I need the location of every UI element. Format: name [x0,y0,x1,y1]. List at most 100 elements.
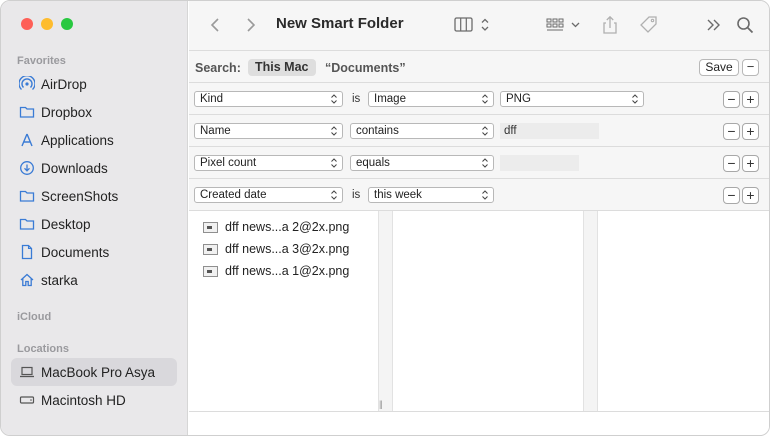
sidebar-section-favorites: Favorites [17,55,66,67]
chevron-updown-icon [632,94,638,104]
attribute-popup[interactable]: Kind [194,91,343,107]
chevron-right-icon [247,18,256,32]
save-button[interactable]: Save [699,59,739,76]
add-criteria-button[interactable]: + [742,123,759,140]
column-resize-handle[interactable] [378,211,392,411]
popup-label: this week [374,189,422,201]
image-file-icon [203,243,218,255]
list-item[interactable]: dff news...a 2@2x.png [203,217,349,237]
chevron-left-icon [210,18,219,32]
folder-icon [19,216,35,232]
window-title: New Smart Folder [276,15,404,32]
sidebar-item-label: MacBook Pro Asya [41,364,156,380]
minimize-window-button[interactable] [41,18,53,30]
columns-view-icon [454,17,489,32]
operator-popup[interactable]: Image [368,91,494,107]
view-mode-button[interactable] [453,13,493,37]
search-label: Search: [195,61,241,75]
operator-popup[interactable]: equals [350,155,494,171]
disk-icon [19,392,35,408]
scope-documents[interactable]: “Documents” [325,61,406,75]
sidebar-item-label: starka [41,272,78,288]
group-by-button[interactable] [545,13,583,37]
sidebar-item-airdrop[interactable]: AirDrop [11,70,177,98]
sidebar-item-label: Desktop [41,216,91,232]
document-icon [19,244,35,260]
folder-icon [19,188,35,204]
sidebar-item-label: ScreenShots [41,188,119,204]
popup-label: Pixel count [200,157,257,169]
sidebar-item-label: Downloads [41,160,108,176]
status-bar [189,411,769,435]
sidebar-item-label: Applications [41,132,114,148]
search-icon [737,17,754,34]
back-button[interactable] [207,13,223,37]
chevron-updown-icon [482,126,488,136]
popup-label: PNG [506,93,531,105]
criteria-row-created-date: Created date is this week − + [189,179,769,211]
chevron-double-right-icon [707,19,720,31]
remove-criteria-button[interactable]: − [723,187,740,204]
remove-criteria-button[interactable]: − [723,155,740,172]
column-resize-handle[interactable] [583,211,597,411]
sidebar-item-label: Dropbox [41,104,93,120]
remove-criteria-button[interactable]: − [723,123,740,140]
popup-label: Image [374,93,406,105]
list-item[interactable]: dff news...a 1@2x.png [203,261,349,281]
downloads-icon [19,160,35,176]
name-value-field[interactable]: dff [500,123,599,139]
add-criteria-button[interactable]: + [742,91,759,108]
sidebar-item-desktop[interactable]: Desktop [11,210,177,238]
sidebar-item-documents[interactable]: Documents [11,238,177,266]
sidebar-item-starka[interactable]: starka [11,266,177,294]
chevron-updown-icon [331,126,337,136]
grid-icon [546,18,580,31]
remove-search-button[interactable]: − [742,59,759,76]
connector-label: is [352,189,361,201]
sidebar-item-macintosh-hd[interactable]: Macintosh HD [11,386,177,414]
chevron-updown-icon [482,94,488,104]
list-item[interactable]: dff news...a 3@2x.png [203,239,349,259]
chevron-updown-icon [331,94,337,104]
popup-label: Kind [200,93,224,105]
forward-button[interactable] [243,13,259,37]
add-criteria-button[interactable]: + [742,187,759,204]
operator-popup[interactable]: contains [350,123,494,139]
search-button[interactable] [734,13,756,37]
sidebar-section-icloud: iCloud [17,311,52,323]
applications-icon [19,132,35,148]
pixel-count-field[interactable] [500,155,579,171]
sidebar-item-screenshots[interactable]: ScreenShots [11,182,177,210]
sidebar-item-downloads[interactable]: Downloads [11,154,177,182]
sidebar-item-label: Macintosh HD [41,392,126,408]
resize-grip-icon[interactable]: || [379,399,383,409]
criteria-row-name: Name contains dff − + [189,115,769,147]
attribute-popup[interactable]: Name [194,123,343,139]
chevron-updown-icon [331,158,337,168]
window-controls [21,18,73,30]
more-toolbar-button[interactable] [704,13,724,37]
tags-button[interactable] [638,13,660,37]
operator-popup[interactable]: this week [368,187,494,203]
criteria-row-pixel-count: Pixel count equals − + [189,147,769,179]
share-button[interactable] [599,13,621,37]
close-window-button[interactable] [21,18,33,30]
sidebar-item-dropbox[interactable]: Dropbox [11,98,177,126]
add-criteria-button[interactable]: + [742,155,759,172]
column-divider [583,211,584,411]
sidebar-item-label: AirDrop [41,76,87,92]
home-icon [19,272,35,288]
scope-this-mac[interactable]: This Mac [248,59,316,76]
sidebar-item-macbook-pro[interactable]: MacBook Pro Asya [11,358,177,386]
popup-label: equals [356,157,390,169]
folder-icon [19,104,35,120]
attribute-popup[interactable]: Pixel count [194,155,343,171]
sidebar-item-applications[interactable]: Applications [11,126,177,154]
value-popup[interactable]: PNG [500,91,644,107]
remove-criteria-button[interactable]: − [723,91,740,108]
image-file-icon [203,265,218,277]
maximize-window-button[interactable] [61,18,73,30]
search-scope-bar: Search: This Mac “Documents” Save − [189,51,769,83]
attribute-popup[interactable]: Created date [194,187,343,203]
column-divider [597,211,598,411]
